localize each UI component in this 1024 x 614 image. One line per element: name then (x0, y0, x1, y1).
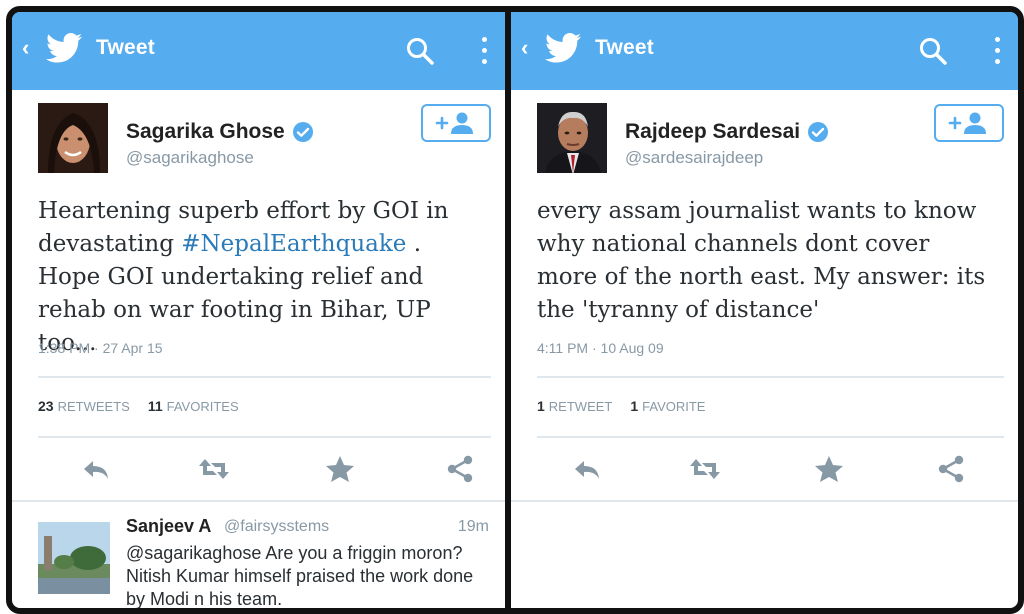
author-name[interactable]: Rajdeep Sardesai (625, 120, 800, 144)
divider (537, 376, 1004, 378)
reply-tweet[interactable]: Sanjeev A @fairsysstems 19m @sagarikagho… (12, 502, 505, 608)
retweet-count[interactable]: 1 RETWEET (537, 398, 612, 414)
tweet-stats: 1 RETWEET 1 FAVORITE (537, 398, 705, 414)
divider (38, 436, 491, 438)
search-icon[interactable] (918, 36, 948, 66)
back-icon[interactable]: ‹ (521, 33, 537, 63)
twitter-bird-icon (545, 33, 581, 63)
app-bar: ‹ Tweet (511, 12, 1018, 90)
retweet-icon[interactable] (689, 455, 721, 483)
tweet-timestamp: 4:11 PM · 10 Aug 09 (537, 340, 664, 356)
left-tweet-screen: ‹ Tweet Sagarika Ghose @sagarikaghose He… (12, 12, 505, 608)
divider (38, 376, 491, 378)
retweet-count[interactable]: 23 RETWEETS (38, 398, 130, 414)
author-name-row: Sagarika Ghose (126, 120, 314, 144)
app-bar-title: Tweet (96, 36, 155, 59)
overflow-menu-icon[interactable] (477, 34, 491, 68)
reply-icon[interactable] (571, 455, 603, 483)
action-bar (537, 449, 1004, 489)
retweet-icon[interactable] (198, 455, 230, 483)
favorite-count[interactable]: 1 FAVORITE (630, 398, 705, 414)
hashtag-link[interactable]: #NepalEarthquake (181, 231, 406, 257)
reply-time: 19m (457, 518, 489, 535)
twitter-bird-icon (46, 33, 82, 63)
tweet-timestamp: 1:38 PM · 27 Apr 15 (38, 340, 163, 356)
author-handle: @sagarikaghose (126, 148, 254, 167)
favorite-star-icon[interactable] (324, 455, 356, 483)
tweet-stats: 23 RETWEETS 11 FAVORITES (38, 398, 239, 414)
tweet-text: Heartening superb effort by GOI in devas… (38, 195, 488, 360)
app-bar: ‹ Tweet (12, 12, 505, 90)
reply-author-handle: @fairsysstems (224, 518, 330, 535)
author-name-row: Rajdeep Sardesai (625, 120, 829, 144)
avatar[interactable] (38, 103, 108, 173)
tweet-text: every assam journalist wants to know why… (537, 195, 987, 327)
right-tweet-screen: ‹ Tweet Rajdeep Sardesai @sardesairajdee… (511, 12, 1018, 608)
favorite-star-icon[interactable] (813, 455, 845, 483)
author-handle: @sardesairajdeep (625, 148, 764, 167)
comparison-frame: ‹ Tweet Sagarika Ghose @sagarikaghose He… (6, 6, 1024, 614)
author-name[interactable]: Sagarika Ghose (126, 120, 285, 144)
tweet-text-part: every assam journalist wants to know why… (537, 198, 986, 323)
divider (537, 436, 1004, 438)
back-icon[interactable]: ‹ (22, 33, 38, 63)
follow-button[interactable] (934, 104, 1004, 142)
verified-badge-icon (808, 122, 829, 142)
app-bar-title: Tweet (595, 36, 654, 59)
follow-icon (435, 112, 473, 134)
reply-avatar[interactable] (38, 522, 110, 594)
follow-button[interactable] (421, 104, 491, 142)
reply-author-name[interactable]: Sanjeev A (126, 516, 211, 537)
overflow-menu-icon[interactable] (990, 34, 1004, 68)
verified-badge-icon (292, 122, 313, 142)
avatar[interactable] (537, 103, 607, 173)
reply-text: @sagarikaghose Are you a friggin moron? … (126, 543, 474, 608)
action-bar (38, 449, 491, 489)
reply-icon[interactable] (80, 455, 112, 483)
search-icon[interactable] (405, 36, 435, 66)
share-icon[interactable] (444, 455, 476, 483)
divider (511, 500, 1018, 502)
follow-icon (948, 112, 986, 134)
share-icon[interactable] (935, 455, 967, 483)
favorite-count[interactable]: 11 FAVORITES (148, 398, 239, 414)
